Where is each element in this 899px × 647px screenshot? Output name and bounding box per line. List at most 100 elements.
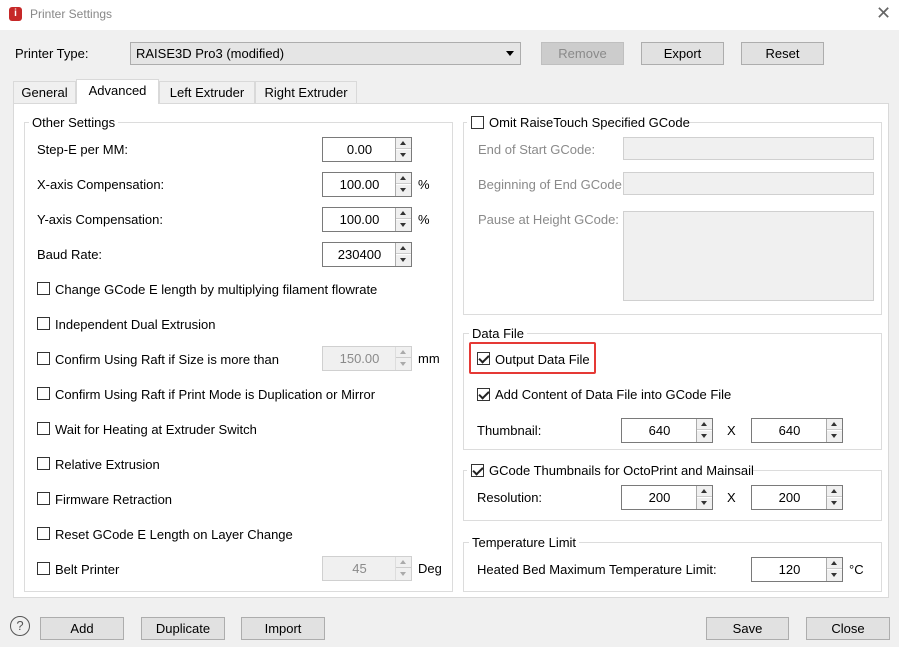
spin-down-icon[interactable] — [396, 220, 411, 231]
export-button[interactable]: Export — [641, 42, 724, 65]
octoprint-checkbox[interactable] — [471, 464, 484, 477]
spin-up-icon[interactable] — [697, 486, 712, 497]
spin-down-icon[interactable] — [827, 570, 842, 581]
resolution-height-value: 200 — [778, 490, 801, 505]
beginning-of-end-field[interactable] — [623, 172, 874, 195]
remove-button[interactable]: Remove — [541, 42, 624, 65]
other-settings-title: Other Settings — [29, 115, 119, 130]
tab-right-extruder[interactable]: Right Extruder — [255, 81, 357, 103]
baud-rate-spinbox[interactable]: 230400 — [322, 242, 412, 267]
title-bar — [0, 0, 899, 30]
spin-down-icon[interactable] — [396, 185, 411, 196]
y-comp-spinbox[interactable]: 100.00 — [322, 207, 412, 232]
spin-up-icon[interactable] — [396, 243, 411, 254]
import-button[interactable]: Import — [241, 617, 325, 640]
spin-down-icon[interactable] — [396, 359, 411, 370]
temperature-title: Temperature Limit — [469, 535, 580, 550]
add-button[interactable]: Add — [40, 617, 124, 640]
chevron-down-icon — [506, 51, 514, 56]
printer-type-dropdown[interactable]: RAISE3D Pro3 (modified) — [130, 42, 521, 65]
spin-up-icon[interactable] — [396, 138, 411, 149]
thumbnail-height-value: 640 — [778, 423, 801, 438]
output-data-file-checkbox[interactable] — [477, 352, 490, 365]
independent-dual-checkbox[interactable] — [37, 317, 50, 330]
confirm-raft-size-checkbox[interactable] — [37, 352, 50, 365]
spin-up-icon[interactable] — [827, 558, 842, 569]
belt-printer-label: Belt Printer — [55, 562, 120, 577]
app-logo-icon: i — [9, 7, 22, 21]
firmware-retraction-label: Firmware Retraction — [55, 492, 173, 507]
spin-down-icon[interactable] — [396, 150, 411, 161]
printer-type-value: RAISE3D Pro3 (modified) — [136, 46, 285, 61]
pause-at-height-label: Pause at Height GCode: — [478, 212, 619, 227]
spin-down-icon[interactable] — [697, 498, 712, 509]
x-comp-value: 100.00 — [339, 177, 380, 192]
spin-up-icon[interactable] — [396, 208, 411, 219]
tab-left-extruder[interactable]: Left Extruder — [159, 81, 255, 103]
step-e-spinbox[interactable]: 0.00 — [322, 137, 412, 162]
resolution-width-spinbox[interactable]: 200 — [621, 485, 713, 510]
reset-button[interactable]: Reset — [741, 42, 824, 65]
y-comp-unit: % — [418, 212, 430, 227]
change-gcode-checkbox[interactable] — [37, 282, 50, 295]
spin-up-icon[interactable] — [396, 173, 411, 184]
beginning-of-end-label: Beginning of End GCode: — [478, 177, 626, 192]
close-icon[interactable]: ✕ — [876, 3, 891, 24]
end-of-start-field[interactable] — [623, 137, 874, 160]
resolution-height-spinbox[interactable]: 200 — [751, 485, 843, 510]
thumbnail-height-spinbox[interactable]: 640 — [751, 418, 843, 443]
pause-at-height-field[interactable] — [623, 211, 874, 301]
x-comp-label: X-axis Compensation: — [37, 177, 165, 192]
printer-type-label: Printer Type: — [15, 46, 89, 61]
add-content-checkbox[interactable] — [477, 388, 490, 401]
raft-size-spinbox[interactable]: 150.00 — [322, 346, 412, 371]
spin-down-icon[interactable] — [396, 569, 411, 580]
spin-up-icon[interactable] — [827, 419, 842, 430]
spin-up-icon[interactable] — [396, 347, 411, 358]
reset-gcode-e-checkbox[interactable] — [37, 527, 50, 540]
output-data-file-label: Output Data File — [495, 352, 590, 367]
spin-down-icon[interactable] — [396, 255, 411, 266]
spin-down-icon[interactable] — [827, 431, 842, 442]
x-comp-spinbox[interactable]: 100.00 — [322, 172, 412, 197]
independent-dual-label: Independent Dual Extrusion — [55, 317, 216, 332]
bed-temp-label: Heated Bed Maximum Temperature Limit: — [477, 562, 717, 577]
help-icon[interactable]: ? — [10, 616, 30, 636]
spin-down-icon[interactable] — [697, 431, 712, 442]
confirm-raft-mode-checkbox[interactable] — [37, 387, 50, 400]
spin-down-icon[interactable] — [827, 498, 842, 509]
y-comp-label: Y-axis Compensation: — [37, 212, 163, 227]
thumbnail-width-spinbox[interactable]: 640 — [621, 418, 713, 443]
octoprint-title: GCode Thumbnails for OctoPrint and Mains… — [489, 463, 754, 478]
x-comp-unit: % — [418, 177, 430, 192]
spin-up-icon[interactable] — [396, 557, 411, 568]
raft-size-value: 150.00 — [339, 351, 380, 366]
resolution-width-value: 200 — [648, 490, 671, 505]
spin-up-icon[interactable] — [827, 486, 842, 497]
add-content-label: Add Content of Data File into GCode File — [495, 387, 732, 402]
save-button[interactable]: Save — [706, 617, 789, 640]
y-comp-value: 100.00 — [339, 212, 380, 227]
spin-up-icon[interactable] — [697, 419, 712, 430]
relative-extrusion-checkbox[interactable] — [37, 457, 50, 470]
wait-heating-label: Wait for Heating at Extruder Switch — [55, 422, 257, 437]
bed-temp-unit: °C — [849, 562, 864, 577]
tab-general[interactable]: General — [13, 81, 76, 103]
baud-rate-label: Baud Rate: — [37, 247, 103, 262]
confirm-raft-mode-label: Confirm Using Raft if Print Mode is Dupl… — [55, 387, 376, 402]
duplicate-button[interactable]: Duplicate — [141, 617, 225, 640]
bed-temp-spinbox[interactable]: 120 — [751, 557, 843, 582]
relative-extrusion-label: Relative Extrusion — [55, 457, 160, 472]
omit-gcode-title: Omit RaiseTouch Specified GCode — [489, 115, 690, 130]
belt-printer-checkbox[interactable] — [37, 562, 50, 575]
firmware-retraction-checkbox[interactable] — [37, 492, 50, 505]
close-button[interactable]: Close — [806, 617, 890, 640]
thumbnail-label: Thumbnail: — [477, 423, 542, 438]
reset-gcode-e-label: Reset GCode E Length on Layer Change — [55, 527, 293, 542]
belt-angle-spinbox[interactable]: 45 — [322, 556, 412, 581]
change-gcode-label: Change GCode E length by multiplying fil… — [55, 282, 378, 297]
tab-advanced[interactable]: Advanced — [76, 79, 159, 104]
wait-heating-checkbox[interactable] — [37, 422, 50, 435]
belt-angle-value: 45 — [352, 561, 367, 576]
omit-gcode-checkbox[interactable] — [471, 116, 484, 129]
